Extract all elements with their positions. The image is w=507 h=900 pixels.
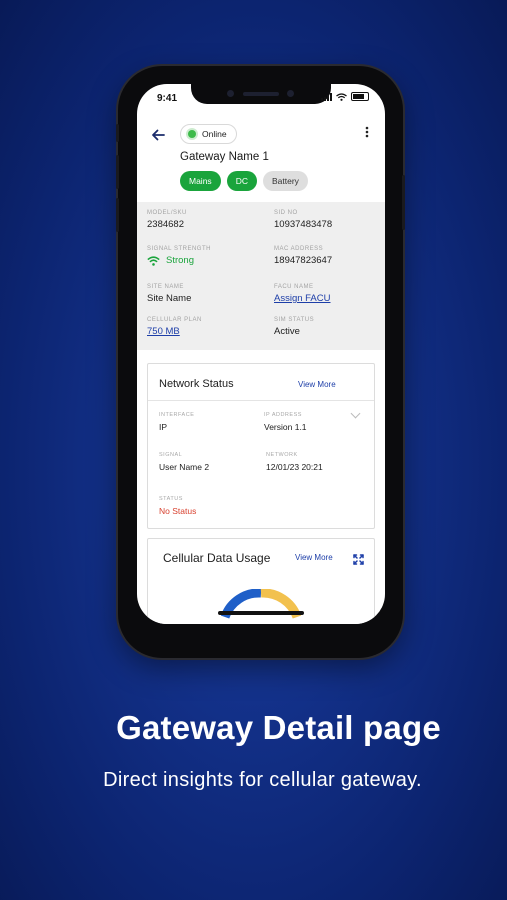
signal-label: SIGNAL [159, 452, 183, 458]
chip-battery[interactable]: Battery [262, 171, 308, 191]
signal-strength-text: Strong [166, 255, 194, 266]
online-status-label: Online [202, 129, 227, 139]
gateway-name: Gateway Name 1 [180, 151, 269, 163]
expand-icon[interactable] [353, 552, 364, 570]
info-site-name: SITE NAME Site Name [147, 284, 191, 304]
card-divider [148, 400, 374, 401]
phone-screen: 9:41 Online Gateway Name 1 Mains DC Batt… [137, 84, 385, 624]
chip-mains[interactable]: Mains [180, 171, 221, 191]
usage-view-more-link[interactable]: View More [295, 553, 333, 562]
interface-value: IP [159, 422, 168, 432]
info-value: Active [274, 326, 300, 337]
info-sim-status: SIM STATUS Active [274, 317, 314, 337]
silent-switch [116, 124, 119, 142]
more-options-icon[interactable] [365, 126, 369, 141]
info-model-sku: MODEL/SKU 2384682 [147, 210, 187, 230]
online-status-pill: Online [180, 124, 237, 144]
power-button [402, 175, 405, 230]
speaker-grille [243, 92, 279, 96]
interface-label: INTERFACE [159, 412, 195, 418]
info-label: SITE NAME [147, 284, 184, 290]
info-value: 2384682 [147, 219, 184, 230]
chevron-down-icon[interactable] [350, 408, 361, 419]
camera-dot [227, 90, 234, 97]
info-value: Site Name [147, 293, 192, 304]
info-label: MAC ADDRESS [274, 246, 324, 252]
info-sid-no: SID NO 10937483478 [274, 210, 332, 230]
notch [191, 84, 331, 104]
network-value: 12/01/23 20:21 [266, 462, 323, 472]
signal-strength-value: Strong [147, 255, 211, 266]
info-value: 10937483478 [274, 219, 333, 230]
info-mac-address: MAC ADDRESS 18947823647 [274, 246, 332, 266]
data-usage-gauge [220, 588, 302, 624]
promo-headline: Gateway Detail page [116, 709, 441, 746]
info-label: MODEL/SKU [147, 210, 187, 216]
back-arrow-icon[interactable] [151, 128, 165, 145]
info-signal-strength: SIGNAL STRENGTH Strong [147, 246, 211, 266]
volume-down-button [116, 198, 119, 232]
network-status-title: Network Status [159, 378, 234, 390]
home-indicator[interactable] [218, 611, 304, 615]
wifi-icon [336, 92, 347, 101]
sensor-dot [287, 90, 294, 97]
network-view-more-link[interactable]: View More [298, 380, 336, 389]
cellular-signal-icon [321, 92, 332, 101]
cellular-plan-link[interactable]: 750 MB [147, 326, 202, 337]
info-label: CELLULAR PLAN [147, 317, 202, 323]
status-label: STATUS [159, 496, 183, 502]
info-label: FACU NAME [274, 284, 314, 290]
network-label: NETWORK [266, 452, 298, 458]
chip-dc[interactable]: DC [226, 171, 257, 191]
signal-value: User Name 2 [159, 462, 210, 472]
info-label: SIGNAL STRENGTH [147, 246, 211, 252]
online-dot-icon [188, 130, 196, 138]
assign-facu-link[interactable]: Assign FACU [274, 293, 331, 304]
battery-icon [351, 92, 369, 101]
network-status-card: Network Status View More INTERFACE IP IP… [147, 363, 375, 529]
info-label: SIM STATUS [274, 317, 315, 323]
ip-address-value: Version 1.1 [264, 422, 307, 432]
gateway-info-panel: MODEL/SKU 2384682 SID NO 10937483478 SIG… [137, 202, 385, 350]
info-label: SID NO [274, 210, 298, 216]
volume-up-button [116, 155, 119, 189]
status-time: 9:41 [157, 93, 178, 104]
ip-address-label: IP ADDRESS [264, 412, 302, 418]
power-source-chips: Mains DC Battery [180, 171, 308, 191]
status-icons [321, 92, 369, 101]
info-cellular-plan: CELLULAR PLAN 750 MB [147, 317, 202, 337]
cellular-usage-title: Cellular Data Usage [163, 551, 271, 565]
promo-subline: Direct insights for cellular gateway. [103, 769, 422, 791]
wifi-signal-icon [147, 255, 160, 266]
status-value: No Status [159, 506, 197, 516]
info-value: 18947823647 [274, 255, 333, 266]
info-facu-name: FACU NAME Assign FACU [274, 284, 331, 304]
